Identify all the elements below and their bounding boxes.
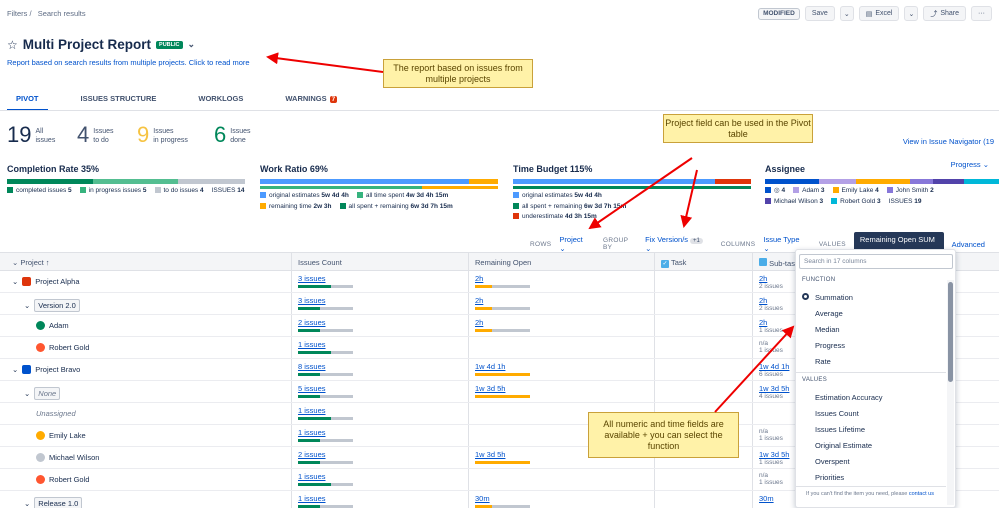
arrow bbox=[266, 52, 384, 73]
arrow bbox=[714, 325, 795, 413]
arrow bbox=[588, 157, 693, 230]
arrow bbox=[680, 169, 698, 228]
annotation-arrows bbox=[266, 52, 795, 413]
